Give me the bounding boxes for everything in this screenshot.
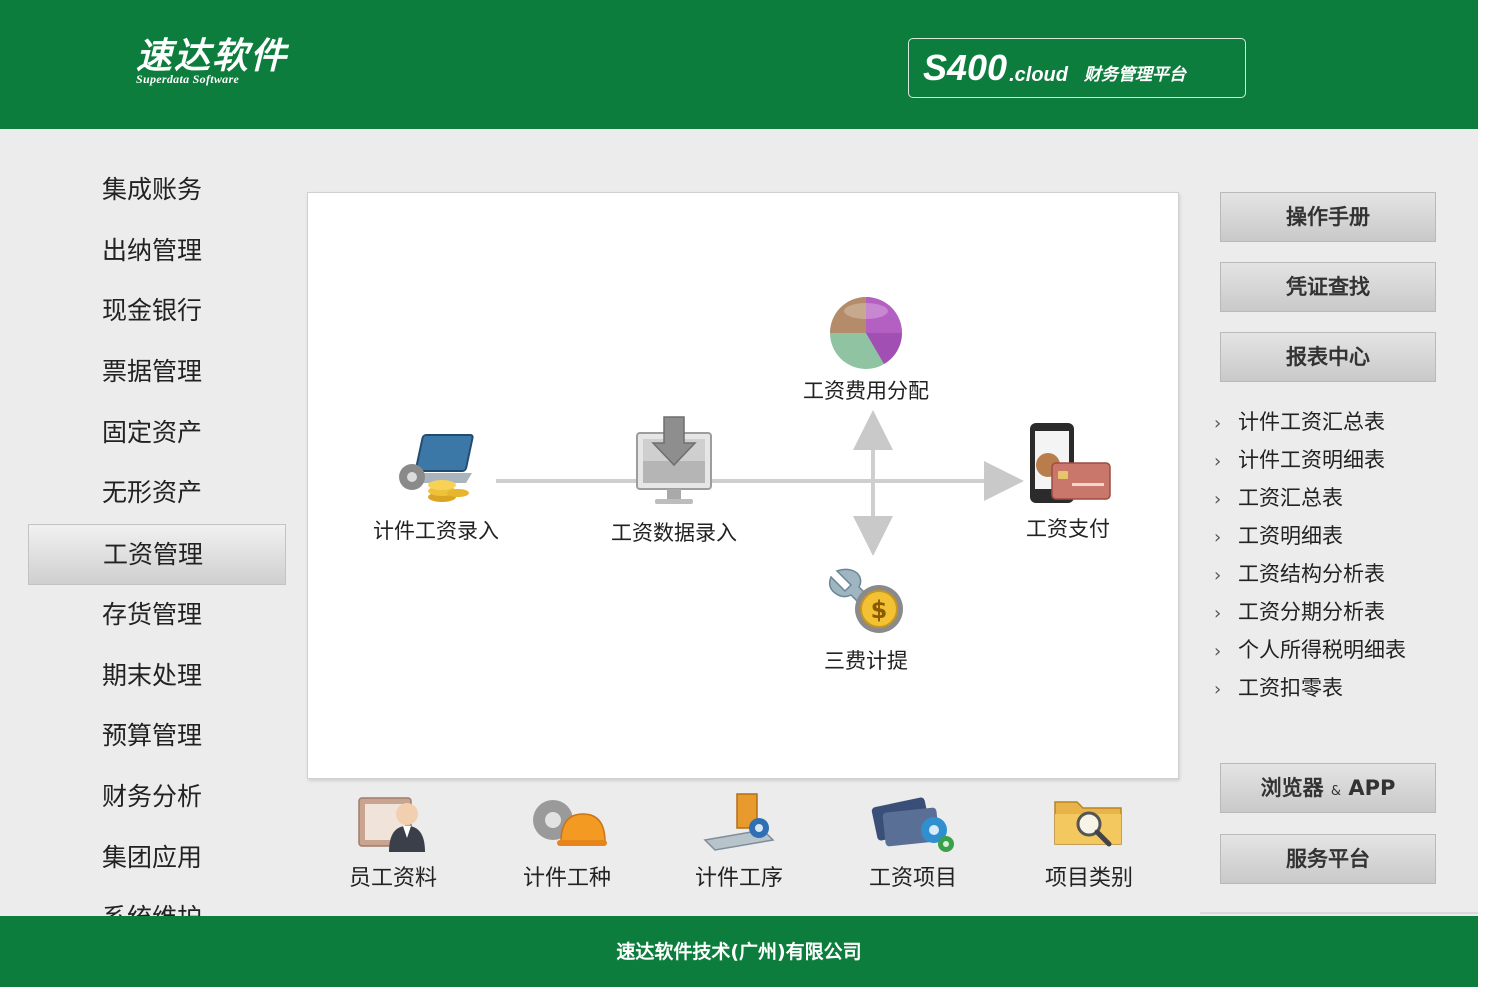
laptop-coins-icon xyxy=(399,434,474,502)
nav-item-inventory[interactable]: 存货管理 xyxy=(28,585,286,646)
flow-node-three-fees-accrual[interactable]: $ 三费计提 xyxy=(796,565,936,675)
left-navigation: 集成账务 出纳管理 现金银行 票据管理 固定资产 无形资产 工资管理 存货管理 … xyxy=(28,160,286,949)
browser-app-amp: & xyxy=(1330,784,1342,799)
report-link-wage-period[interactable]: › 工资分期分析表 xyxy=(1214,593,1454,631)
report-link-label: 工资汇总表 xyxy=(1238,486,1343,510)
chevron-right-icon: › xyxy=(1214,565,1222,586)
flow-label-piece-wage-entry: 计件工资录入 xyxy=(373,519,499,543)
report-link-label: 工资扣零表 xyxy=(1238,676,1343,700)
download-monitor-icon xyxy=(636,416,712,504)
chevron-right-icon: › xyxy=(1214,603,1222,624)
report-center-button[interactable]: 报表中心 xyxy=(1220,332,1436,382)
nav-item-intangible-assets[interactable]: 无形资产 xyxy=(28,463,286,524)
nav-item-fixed-assets[interactable]: 固定资产 xyxy=(28,403,286,464)
shortcut-label-wage-items: 工资项目 xyxy=(868,866,957,891)
browser-app-button[interactable]: 浏览器 & APP xyxy=(1220,763,1436,813)
shortcut-label-item-category: 项目类别 xyxy=(1044,866,1133,891)
shortcut-employee-data[interactable]: 员工资料 xyxy=(323,790,463,892)
shortcut-label-piece-work-type: 计件工种 xyxy=(522,866,611,891)
service-platform-button[interactable]: 服务平台 xyxy=(1220,834,1436,884)
shortcut-label-piece-process: 计件工序 xyxy=(694,866,783,891)
manual-button[interactable]: 操作手册 xyxy=(1220,192,1436,242)
flow-node-wage-payment[interactable]: 工资支付 xyxy=(998,421,1138,543)
flow-node-wage-cost-allocation[interactable]: 工资费用分配 xyxy=(786,293,946,405)
cards-gears-icon xyxy=(871,797,954,852)
footer-bar: 速达软件技术(广州)有限公司 xyxy=(0,916,1478,987)
report-link-piece-wage-detail[interactable]: › 计件工资明细表 xyxy=(1214,441,1454,479)
footer-company-name: 速达软件技术(广州)有限公司 xyxy=(616,941,862,963)
employee-folder-icon xyxy=(358,797,425,852)
svg-text:$: $ xyxy=(871,596,888,624)
browser-app-label: 浏览器 xyxy=(1260,776,1324,800)
shortcut-wage-items[interactable]: 工资项目 xyxy=(843,790,983,892)
nav-item-period-end[interactable]: 期末处理 xyxy=(28,646,286,707)
chevron-right-icon: › xyxy=(1214,527,1222,548)
flow-label-three-fees-accrual: 三费计提 xyxy=(824,649,908,673)
chevron-right-icon: › xyxy=(1214,641,1222,662)
report-link-wage-rounding[interactable]: › 工资扣零表 xyxy=(1214,669,1454,707)
flow-label-wage-cost-allocation: 工资费用分配 xyxy=(803,379,929,403)
chevron-right-icon: › xyxy=(1214,489,1222,510)
flow-node-wage-data-entry[interactable]: 工资数据录入 xyxy=(594,413,754,547)
process-tools-icon xyxy=(703,793,775,851)
divider xyxy=(1200,912,1478,914)
brand-logo: 速达软件 Superdata Software xyxy=(136,36,288,87)
nav-item-integrated-accounting[interactable]: 集成账务 xyxy=(28,160,286,221)
chevron-right-icon: › xyxy=(1214,451,1222,472)
report-link-label: 工资分期分析表 xyxy=(1238,600,1385,624)
report-link-wage-summary[interactable]: › 工资汇总表 xyxy=(1214,479,1454,517)
pie-chart-icon xyxy=(830,297,902,369)
app-window: 速达软件 Superdata Software S400 .cloud 财务管理… xyxy=(0,0,1478,987)
nav-item-payroll[interactable]: 工资管理 xyxy=(28,524,286,585)
wrench-dollar-icon: $ xyxy=(828,568,903,633)
browser-app-app: APP xyxy=(1348,776,1396,800)
product-name: S400 xyxy=(923,47,1008,88)
phone-card-icon xyxy=(1030,423,1111,503)
flow-label-wage-payment: 工资支付 xyxy=(1026,517,1110,541)
product-tag: 财务管理平台 xyxy=(1083,64,1186,85)
report-link-label: 工资结构分析表 xyxy=(1238,562,1385,586)
report-link-label: 计件工资明细表 xyxy=(1238,448,1385,472)
nav-item-cashier[interactable]: 出纳管理 xyxy=(28,221,286,282)
report-link-wage-structure[interactable]: › 工资结构分析表 xyxy=(1214,555,1454,593)
product-badge: S400 .cloud 财务管理平台 xyxy=(908,38,1246,98)
chevron-right-icon: › xyxy=(1214,413,1222,434)
shortcut-piece-process[interactable]: 计件工序 xyxy=(669,790,809,892)
shortcut-piece-work-type[interactable]: 计件工种 xyxy=(497,790,637,892)
report-link-list: › 计件工资汇总表 › 计件工资明细表 › 工资汇总表 › 工资明细表 › 工资结构分析表… xyxy=(1214,403,1454,707)
shortcut-item-category[interactable]: 项目类别 xyxy=(1019,790,1159,892)
report-link-piece-wage-summary[interactable]: › 计件工资汇总表 xyxy=(1214,403,1454,441)
product-sub: .cloud xyxy=(1009,63,1068,86)
chevron-right-icon: › xyxy=(1214,679,1222,700)
nav-item-group-apps[interactable]: 集团应用 xyxy=(28,828,286,889)
flow-label-wage-data-entry: 工资数据录入 xyxy=(611,521,737,545)
report-link-label: 个人所得税明细表 xyxy=(1238,638,1406,662)
flow-node-piece-wage-entry[interactable]: 计件工资录入 xyxy=(356,431,516,545)
bottom-shortcut-row: 员工资料 计件工种 计件工序 工资项目 项目类别 xyxy=(307,790,1177,910)
nav-item-cash-bank[interactable]: 现金银行 xyxy=(28,281,286,342)
report-link-label: 工资明细表 xyxy=(1238,524,1343,548)
report-link-income-tax[interactable]: › 个人所得税明细表 xyxy=(1214,631,1454,669)
folder-magnifier-icon xyxy=(1054,801,1122,847)
workflow-panel: 计件工资录入 工资数据录入 工资费用分配 工资支付 $ 三费计提 xyxy=(307,192,1179,779)
nav-item-financial-analysis[interactable]: 财务分析 xyxy=(28,767,286,828)
gear-helmet-icon xyxy=(533,800,607,846)
report-link-label: 计件工资汇总表 xyxy=(1238,410,1385,434)
nav-item-budget[interactable]: 预算管理 xyxy=(28,706,286,767)
logo-main-text: 速达软件 xyxy=(136,35,289,77)
voucher-search-button[interactable]: 凭证查找 xyxy=(1220,262,1436,312)
nav-item-bills[interactable]: 票据管理 xyxy=(28,342,286,403)
report-link-wage-detail[interactable]: › 工资明细表 xyxy=(1214,517,1454,555)
shortcut-label-employee-data: 员工资料 xyxy=(348,866,437,891)
header-bar: 速达软件 Superdata Software S400 .cloud 财务管理… xyxy=(0,0,1478,129)
